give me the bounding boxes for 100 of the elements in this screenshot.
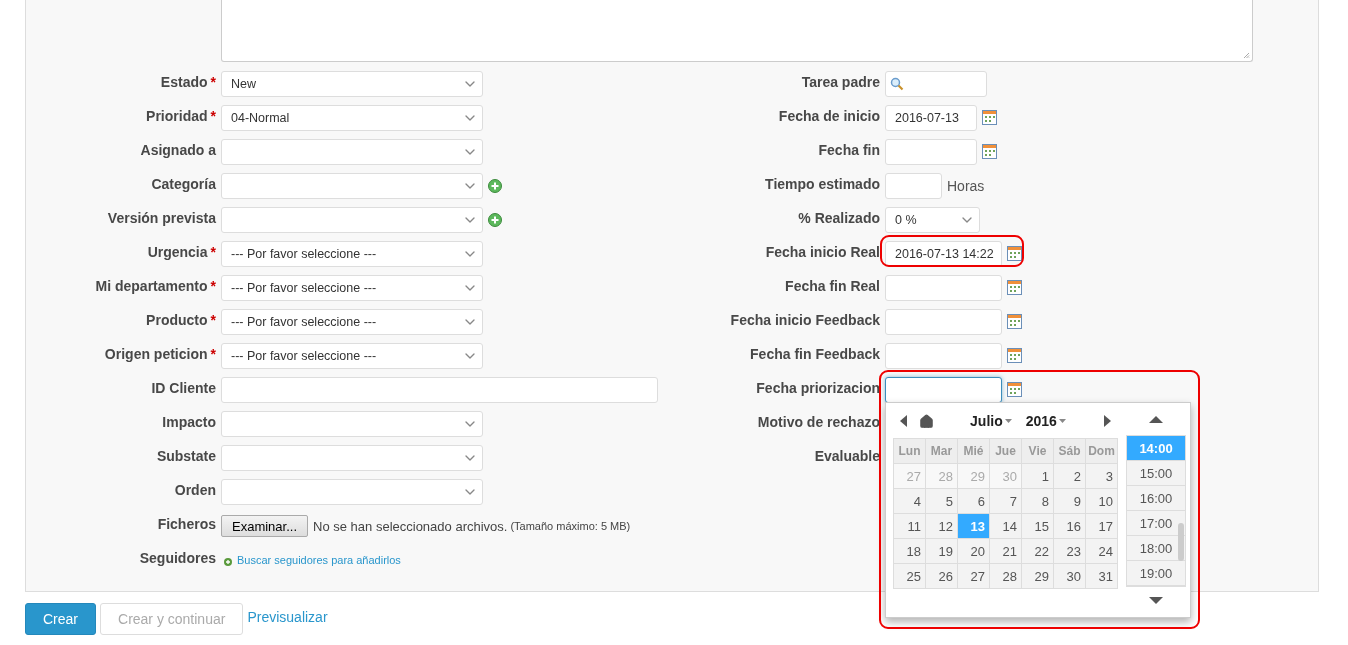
field-label: Ficheros (156, 515, 216, 532)
calendar-day[interactable]: 15 (1022, 514, 1054, 539)
field-label: Fecha fin Real (784, 277, 880, 294)
select-field[interactable] (221, 207, 483, 233)
calendar-day[interactable]: 28 (990, 564, 1022, 589)
calendar-day[interactable]: 22 (1022, 539, 1054, 564)
add-icon[interactable] (488, 213, 502, 227)
select-field[interactable] (221, 479, 483, 505)
select-field[interactable] (221, 173, 483, 199)
field-label: Asignado a (139, 141, 216, 158)
calendar-day[interactable]: 16 (1054, 514, 1086, 539)
calendar-day[interactable]: 8 (1022, 489, 1054, 514)
calendar-day[interactable]: 23 (1054, 539, 1086, 564)
select-field[interactable]: --- Por favor seleccione --- (221, 309, 483, 335)
calendar-day[interactable]: 18 (894, 539, 926, 564)
field-label: Prioridad * (145, 107, 216, 124)
calendar-day[interactable]: 26 (926, 564, 958, 589)
calendar-day[interactable]: 17 (1086, 514, 1118, 539)
calendar-icon[interactable] (1007, 348, 1022, 363)
calendar-icon[interactable] (1007, 246, 1022, 261)
next-icon[interactable] (1102, 414, 1113, 428)
add-icon[interactable] (488, 179, 502, 193)
field-label: Evaluable (813, 447, 880, 464)
required-mark: * (210, 278, 216, 294)
field-label: Substate (155, 447, 216, 464)
scrollbar-thumb[interactable] (1178, 523, 1184, 561)
time-option[interactable]: 16:00 (1127, 486, 1185, 511)
resize-grip-icon[interactable] (1243, 52, 1250, 59)
select-field[interactable] (221, 445, 483, 471)
calendar-day[interactable]: 6 (958, 489, 990, 514)
time-option[interactable]: 18:00 (1127, 536, 1185, 561)
calendar-day[interactable]: 1 (1022, 464, 1054, 489)
field-label: Fecha fin Feedback (749, 345, 880, 362)
select-field[interactable]: --- Por favor seleccione --- (221, 241, 483, 267)
field-label: Fecha priorizacion (755, 379, 880, 396)
field-label: Tiempo estimado (764, 175, 880, 192)
weekday-header: Vie (1022, 439, 1054, 464)
field-label: Urgencia * (146, 243, 216, 260)
weekday-header: Dom (1086, 439, 1118, 464)
field-label: Impacto (161, 413, 216, 430)
select-field[interactable]: --- Por favor seleccione --- (221, 343, 483, 369)
required-mark: * (210, 74, 216, 90)
date-field[interactable]: 2016-07-13 (885, 105, 977, 131)
previous-icon[interactable] (898, 414, 909, 428)
calendar-day[interactable]: 4 (894, 489, 926, 514)
calendar-day[interactable]: 9 (1054, 489, 1086, 514)
search-icon (890, 77, 904, 91)
unit-label: Horas (947, 177, 985, 196)
time-option[interactable]: 15:00 (1127, 461, 1185, 486)
calendar-day[interactable]: 11 (894, 514, 926, 539)
search-field[interactable] (885, 71, 987, 97)
calendar-day[interactable]: 25 (894, 564, 926, 589)
calendar-icon[interactable] (1007, 280, 1022, 295)
calendar-day[interactable]: 31 (1086, 564, 1118, 589)
date-field[interactable]: 2016-07-13 14:22 (885, 241, 1002, 267)
field-label: Seguidores (138, 549, 216, 566)
select-field[interactable]: New (221, 71, 483, 97)
select-field[interactable]: 04-Normal (221, 105, 483, 131)
time-option[interactable]: 17:00 (1127, 511, 1185, 536)
calendar-day[interactable]: 3 (1086, 464, 1118, 489)
field-label: Mi departamento * (94, 277, 216, 294)
calendar-day[interactable]: 5 (926, 489, 958, 514)
calendar-day[interactable]: 19 (926, 539, 958, 564)
year-dropdown[interactable]: 2016 (1021, 413, 1070, 429)
date-field[interactable] (885, 377, 1002, 403)
weekday-header: Mar (926, 439, 958, 464)
calendar-day[interactable]: 21 (990, 539, 1022, 564)
weekday-header: Sáb (1054, 439, 1086, 464)
field-label: Fecha de inicio (777, 107, 880, 124)
size-note: (Tamaño máximo: 5 MB) (510, 519, 631, 532)
add-icon (224, 558, 232, 566)
weekday-header: Lun (894, 439, 926, 464)
month-dropdown[interactable]: Julio (966, 413, 1016, 429)
field-label: Fecha inicio Real (764, 243, 880, 260)
calendar-day[interactable]: 7 (990, 489, 1022, 514)
calendar-day[interactable]: 27 (958, 564, 990, 589)
time-option[interactable]: 19:00 (1127, 561, 1185, 586)
calendar-day[interactable]: 12 (926, 514, 958, 539)
input-field[interactable] (885, 173, 942, 199)
calendar-day[interactable]: 29 (1022, 564, 1054, 589)
required-mark: * (210, 346, 216, 362)
field-label: Categoría (150, 175, 216, 192)
calendar-day[interactable]: 30 (1054, 564, 1086, 589)
required-mark: * (210, 244, 216, 260)
calendar-day[interactable]: 2 (1054, 464, 1086, 489)
select-field[interactable]: 0 % (885, 207, 980, 233)
calendar-icon[interactable] (1007, 314, 1022, 329)
select-field[interactable]: --- Por favor seleccione --- (221, 275, 483, 301)
calendar-day[interactable]: 20 (958, 539, 990, 564)
file-status: No se han seleccionado archivos. (313, 518, 508, 534)
calendar-icon[interactable] (982, 144, 997, 159)
select-field[interactable] (221, 411, 483, 437)
select-field[interactable] (221, 139, 483, 165)
calendar-day[interactable]: 14 (990, 514, 1022, 539)
calendar-icon[interactable] (1007, 382, 1022, 397)
browse-button[interactable]: Examinar... (221, 515, 309, 537)
calendar-day[interactable]: 10 (1086, 489, 1118, 514)
input-field[interactable] (221, 377, 658, 403)
calendar-day[interactable]: 24 (1086, 539, 1118, 564)
calendar-icon[interactable] (982, 110, 997, 125)
